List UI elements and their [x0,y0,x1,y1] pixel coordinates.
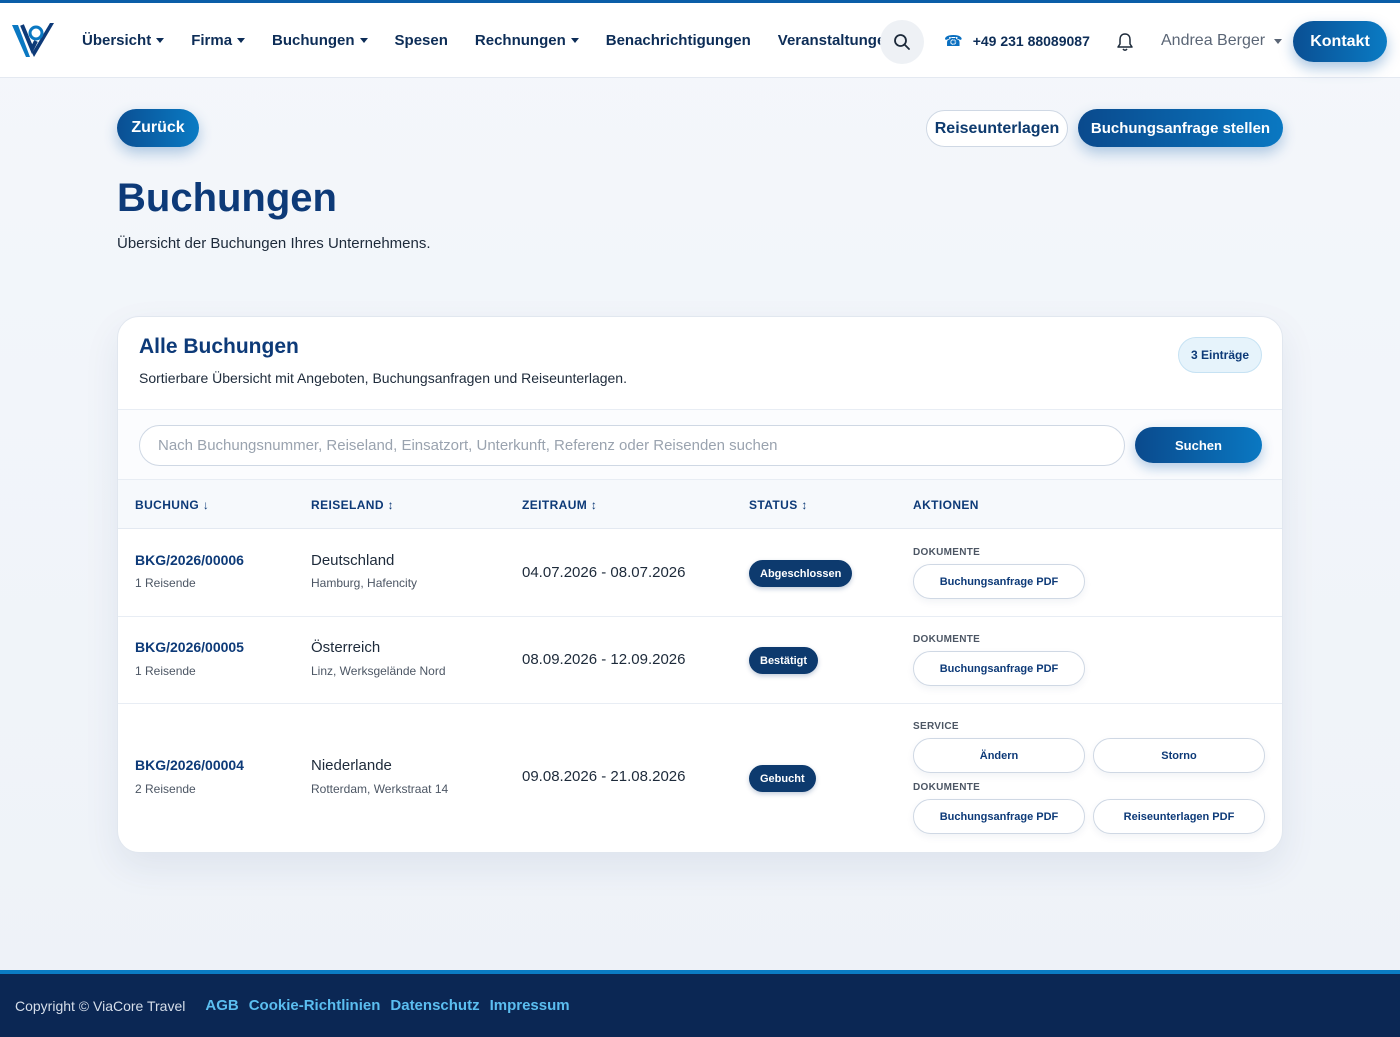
nav-spesen[interactable]: Spesen [395,32,448,49]
search-button[interactable] [880,20,924,64]
nav-veranstaltungen[interactable]: Veranstaltungen [778,32,895,49]
nav-firma[interactable]: Firma [191,32,246,49]
card-title: Alle Buchungen [139,335,299,358]
documents-label: DOKUMENTE [913,547,981,558]
column-country[interactable]: REISELAND ↕ [311,498,394,512]
nav-label: Buchungen [272,32,355,49]
change-booking-button[interactable]: Ändern [913,738,1085,773]
nav-uebersicht[interactable]: Übersicht [82,32,165,49]
entries-count-badge: 3 Einträge [1178,337,1262,373]
phone-icon: ☎ [944,33,963,50]
table-row: BKG/2026/00004 2 Reisende Niederlande Ro… [118,704,1282,852]
country-name: Niederlande [311,757,392,774]
location: Hamburg, Hafencity [311,576,418,590]
column-actions: AKTIONEN [913,498,979,512]
booking-number-link[interactable]: BKG/2026/00006 [135,552,244,568]
table-row: BKG/2026/00005 1 Reisende Österreich Lin… [118,617,1282,704]
status-badge: Abgeschlossen [749,560,853,587]
bookings-card: Alle Buchungen Sortierbare Übersicht mit… [117,316,1283,853]
booking-request-button[interactable]: Buchungsanfrage stellen [1078,109,1283,147]
travelers-count: 2 Reisende [135,782,196,796]
travelers-count: 1 Reisende [135,664,196,678]
user-menu[interactable]: Andrea Berger [1161,32,1283,50]
column-status[interactable]: STATUS ↕ [749,498,808,512]
search-submit-button[interactable]: Suchen [1135,427,1262,463]
service-label: SERVICE [913,721,959,732]
nav-label: Benachrichtigungen [605,32,751,49]
nav-rechnungen[interactable]: Rechnungen [475,32,579,49]
footer-link-cookies[interactable]: Cookie-Richtlinien [249,997,381,1014]
footer-link-privacy[interactable]: Datenschutz [390,997,479,1014]
brand-logo[interactable] [10,19,56,61]
nav-label: Rechnungen [474,32,566,49]
country-name: Österreich [311,639,381,656]
chevron-down-icon [570,38,579,43]
cancel-booking-button[interactable]: Storno [1093,738,1265,773]
documents-label: DOKUMENTE [913,634,981,645]
chevron-down-icon [156,38,165,43]
booking-request-pdf-button[interactable]: Buchungsanfrage PDF [913,799,1085,834]
booking-request-pdf-button[interactable]: Buchungsanfrage PDF [913,651,1085,686]
nav-benachrichtigungen[interactable]: Benachrichtigungen [606,32,751,49]
nav-label: Firma [191,32,233,49]
status-badge: Bestätigt [749,647,819,674]
travel-documents-pdf-button[interactable]: Reiseunterlagen PDF [1093,799,1265,834]
contact-button[interactable]: Kontakt [1293,21,1387,62]
status-badge: Gebucht [749,765,816,792]
location: Rotterdam, Werkstraat 14 [311,782,449,796]
bell-icon[interactable] [1116,32,1134,52]
footer-link-agb[interactable]: AGB [205,997,238,1014]
column-booking[interactable]: BUCHUNG ↓ [135,498,209,512]
travelers-count: 1 Reisende [135,576,196,590]
period: 08.09.2026 - 12.09.2026 [522,651,686,668]
user-name: Andrea Berger [1161,32,1266,49]
documents-label: DOKUMENTE [913,782,981,793]
country-name: Deutschland [311,552,395,569]
footer-link-imprint[interactable]: Impressum [490,997,570,1014]
table-header: BUCHUNG ↓ REISELAND ↕ ZEITRAUM ↕ STATUS … [118,479,1282,529]
period: 09.08.2026 - 21.08.2026 [522,768,686,785]
location: Linz, Werksgelände Nord [311,664,446,678]
top-navigation-bar: Übersicht Firma Buchungen Spesen Rechnun… [0,0,1400,78]
chevron-down-icon [359,38,368,43]
nav-buchungen[interactable]: Buchungen [272,32,368,49]
booking-number-link[interactable]: BKG/2026/00005 [135,639,244,655]
booking-search-input[interactable] [139,425,1125,466]
booking-number-link[interactable]: BKG/2026/00004 [135,757,244,773]
page-subtitle: Übersicht der Buchungen Ihres Unternehme… [117,235,431,252]
nav-label: Veranstaltungen [777,32,895,49]
period: 04.07.2026 - 08.07.2026 [522,564,686,581]
chevron-down-icon [237,38,246,43]
main-nav: Übersicht Firma Buchungen Spesen Rechnun… [82,3,921,78]
nav-label: Spesen [394,32,448,49]
back-button[interactable]: Zurück [117,109,199,147]
table-row: BKG/2026/00006 1 Reisende Deutschland Ha… [118,529,1282,617]
booking-request-pdf-button[interactable]: Buchungsanfrage PDF [913,564,1085,599]
card-subtitle: Sortierbare Übersicht mit Angeboten, Buc… [139,370,627,386]
chevron-down-icon [1274,38,1283,44]
search-icon [894,34,910,50]
column-period[interactable]: ZEITRAUM ↕ [522,498,597,512]
phone-number: +49 231 88089087 [972,33,1090,49]
page-title: Buchungen [117,176,337,220]
footer: Copyright © ViaCore Travel AGB Cookie-Ri… [0,970,1400,1037]
phone-link[interactable]: ☎ +49 231 88089087 [944,32,1090,50]
search-area: Suchen [118,409,1282,479]
travel-documents-button[interactable]: Reiseunterlagen [926,110,1068,147]
nav-label: Übersicht [82,32,152,49]
copyright: Copyright © ViaCore Travel [15,997,186,1014]
